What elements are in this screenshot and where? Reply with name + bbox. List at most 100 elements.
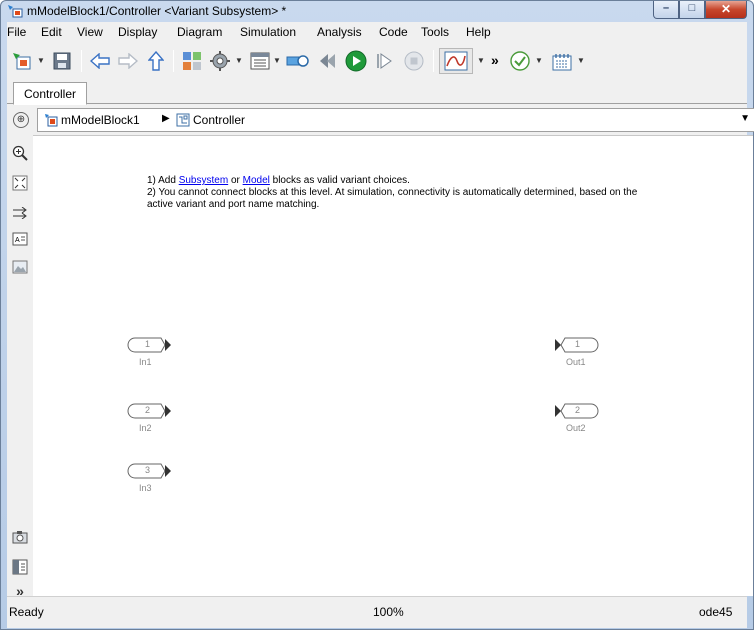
menu-code[interactable]: Code [379, 25, 408, 39]
simulink-model-icon [8, 5, 23, 18]
simulation-target-button[interactable] [285, 48, 311, 74]
new-model-dropdown-icon[interactable]: ▼ [37, 56, 45, 65]
menu-help[interactable]: Help [466, 25, 491, 39]
breadcrumb: mModelBlock1 ▶ Controller ▼ [37, 108, 754, 132]
zoom-in-icon [12, 145, 28, 161]
hide-model-browser-icon[interactable]: ⊕ [13, 112, 29, 128]
model-advisor-button[interactable] [507, 48, 533, 74]
outport-block[interactable]: 1 [555, 336, 599, 354]
camera-icon [12, 531, 28, 544]
toolbar: ▼ ▼ ▼ ▼ » ▼ ▼ [7, 44, 747, 78]
note-line1-suffix: blocks as valid variant choices. [269, 175, 410, 186]
breadcrumb-dropdown-icon[interactable]: ▼ [740, 113, 750, 124]
model-config-dropdown-icon[interactable]: ▼ [235, 56, 243, 65]
status-bar: Ready 100% ode45 [7, 596, 747, 628]
up-to-parent-button[interactable] [143, 48, 169, 74]
maximize-icon: □ [688, 2, 696, 14]
fit-to-view-icon [12, 175, 28, 191]
build-button[interactable] [549, 48, 575, 74]
model-icon [45, 114, 58, 127]
property-inspector-button[interactable] [12, 559, 28, 575]
note-line1-prefix: 1) Add [147, 175, 179, 186]
arrow-left-icon [90, 53, 110, 69]
annotation-icon: A [12, 232, 28, 246]
variant-annotation: 1) Add Subsystem or Model blocks as vali… [147, 175, 647, 211]
close-icon: ✕ [720, 2, 732, 16]
simulation-target-icon [286, 55, 309, 67]
menu-simulation[interactable]: Simulation [240, 25, 296, 39]
menu-tools[interactable]: Tools [421, 25, 449, 39]
arrow-right-icon [118, 53, 138, 69]
close-button[interactable]: ✕ [705, 1, 747, 19]
window-title: mModelBlock1/Controller <Variant Subsyst… [27, 4, 287, 18]
save-icon [53, 52, 71, 70]
tab-strip: Controller [7, 80, 747, 105]
zoom-button[interactable] [12, 145, 28, 161]
zoom-level[interactable]: 100% [373, 605, 404, 619]
inport-number: 3 [145, 465, 151, 475]
inport-block[interactable]: 2 [127, 402, 171, 420]
breadcrumb-root-label: mModelBlock1 [61, 113, 140, 127]
tab-controller[interactable]: Controller [13, 82, 88, 105]
library-browser-icon [183, 52, 201, 70]
inport-block[interactable]: 3 [127, 462, 171, 480]
back-button[interactable] [87, 48, 113, 74]
client-area: File Edit View Display Diagram Simulatio… [7, 22, 754, 628]
menu-file[interactable]: File [7, 25, 26, 39]
image-button[interactable] [12, 259, 28, 275]
subsystem-link[interactable]: Subsystem [179, 175, 228, 186]
screenshot-button[interactable] [12, 529, 28, 545]
left-palette: A » [7, 135, 33, 599]
menu-view[interactable]: View [77, 25, 103, 39]
menu-analysis[interactable]: Analysis [317, 25, 362, 39]
model-config-button[interactable] [207, 48, 233, 74]
breadcrumb-root[interactable]: mModelBlock1 [44, 113, 140, 127]
maximize-button[interactable]: □ [679, 1, 705, 19]
outport-label: Out2 [566, 423, 586, 433]
menu-display[interactable]: Display [118, 25, 157, 39]
inport-number: 2 [145, 405, 151, 415]
menu-bar: File Edit View Display Diagram Simulatio… [7, 22, 747, 42]
arrow-up-icon [148, 51, 164, 71]
route-lines-button[interactable] [12, 205, 28, 221]
subsystem-icon [176, 113, 190, 127]
model-explorer-button[interactable] [247, 48, 273, 74]
inport-block[interactable]: 1 [127, 336, 171, 354]
build-icon [552, 54, 572, 71]
menu-diagram[interactable]: Diagram [177, 25, 222, 39]
note-line2: 2) You cannot connect blocks at this lev… [147, 187, 638, 210]
checkmark-icon [510, 51, 530, 71]
library-browser-button[interactable] [179, 48, 205, 74]
step-back-button[interactable] [315, 48, 341, 74]
model-advisor-dropdown-icon[interactable]: ▼ [535, 56, 543, 65]
svg-text:A: A [15, 237, 20, 244]
outport-block[interactable]: 2 [555, 402, 599, 420]
address-bar: ⊕ mModelBlock1 ▶ Controller ▼ [7, 105, 754, 135]
run-button[interactable] [343, 48, 369, 74]
more-tools-icon[interactable]: » [491, 52, 499, 68]
model-explorer-dropdown-icon[interactable]: ▼ [273, 56, 281, 65]
title-bar[interactable]: mModelBlock1/Controller <Variant Subsyst… [1, 1, 753, 21]
step-forward-button[interactable] [371, 48, 397, 74]
model-link[interactable]: Model [243, 175, 270, 186]
scope-button[interactable] [439, 48, 473, 74]
minimize-button[interactable]: – [653, 1, 679, 19]
fit-to-view-button[interactable] [12, 175, 28, 191]
property-inspector-icon [12, 559, 28, 575]
annotation-button[interactable]: A [12, 231, 28, 247]
diagram-canvas[interactable]: 1) Add Subsystem or Model blocks as vali… [33, 135, 753, 596]
save-button[interactable] [49, 48, 75, 74]
forward-button[interactable] [115, 48, 141, 74]
model-window: mModelBlock1/Controller <Variant Subsyst… [0, 0, 754, 630]
minimize-icon: – [662, 2, 670, 14]
scope-dropdown-icon[interactable]: ▼ [477, 56, 485, 65]
menu-edit[interactable]: Edit [41, 25, 62, 39]
breadcrumb-current[interactable]: Controller [176, 113, 245, 127]
new-model-button[interactable] [9, 48, 35, 74]
inport-label: In2 [139, 423, 152, 433]
build-dropdown-icon[interactable]: ▼ [577, 56, 585, 65]
stop-button[interactable] [401, 48, 427, 74]
outport-number: 1 [575, 339, 581, 349]
status-state: Ready [9, 605, 44, 619]
solver-name[interactable]: ode45 [699, 605, 732, 619]
